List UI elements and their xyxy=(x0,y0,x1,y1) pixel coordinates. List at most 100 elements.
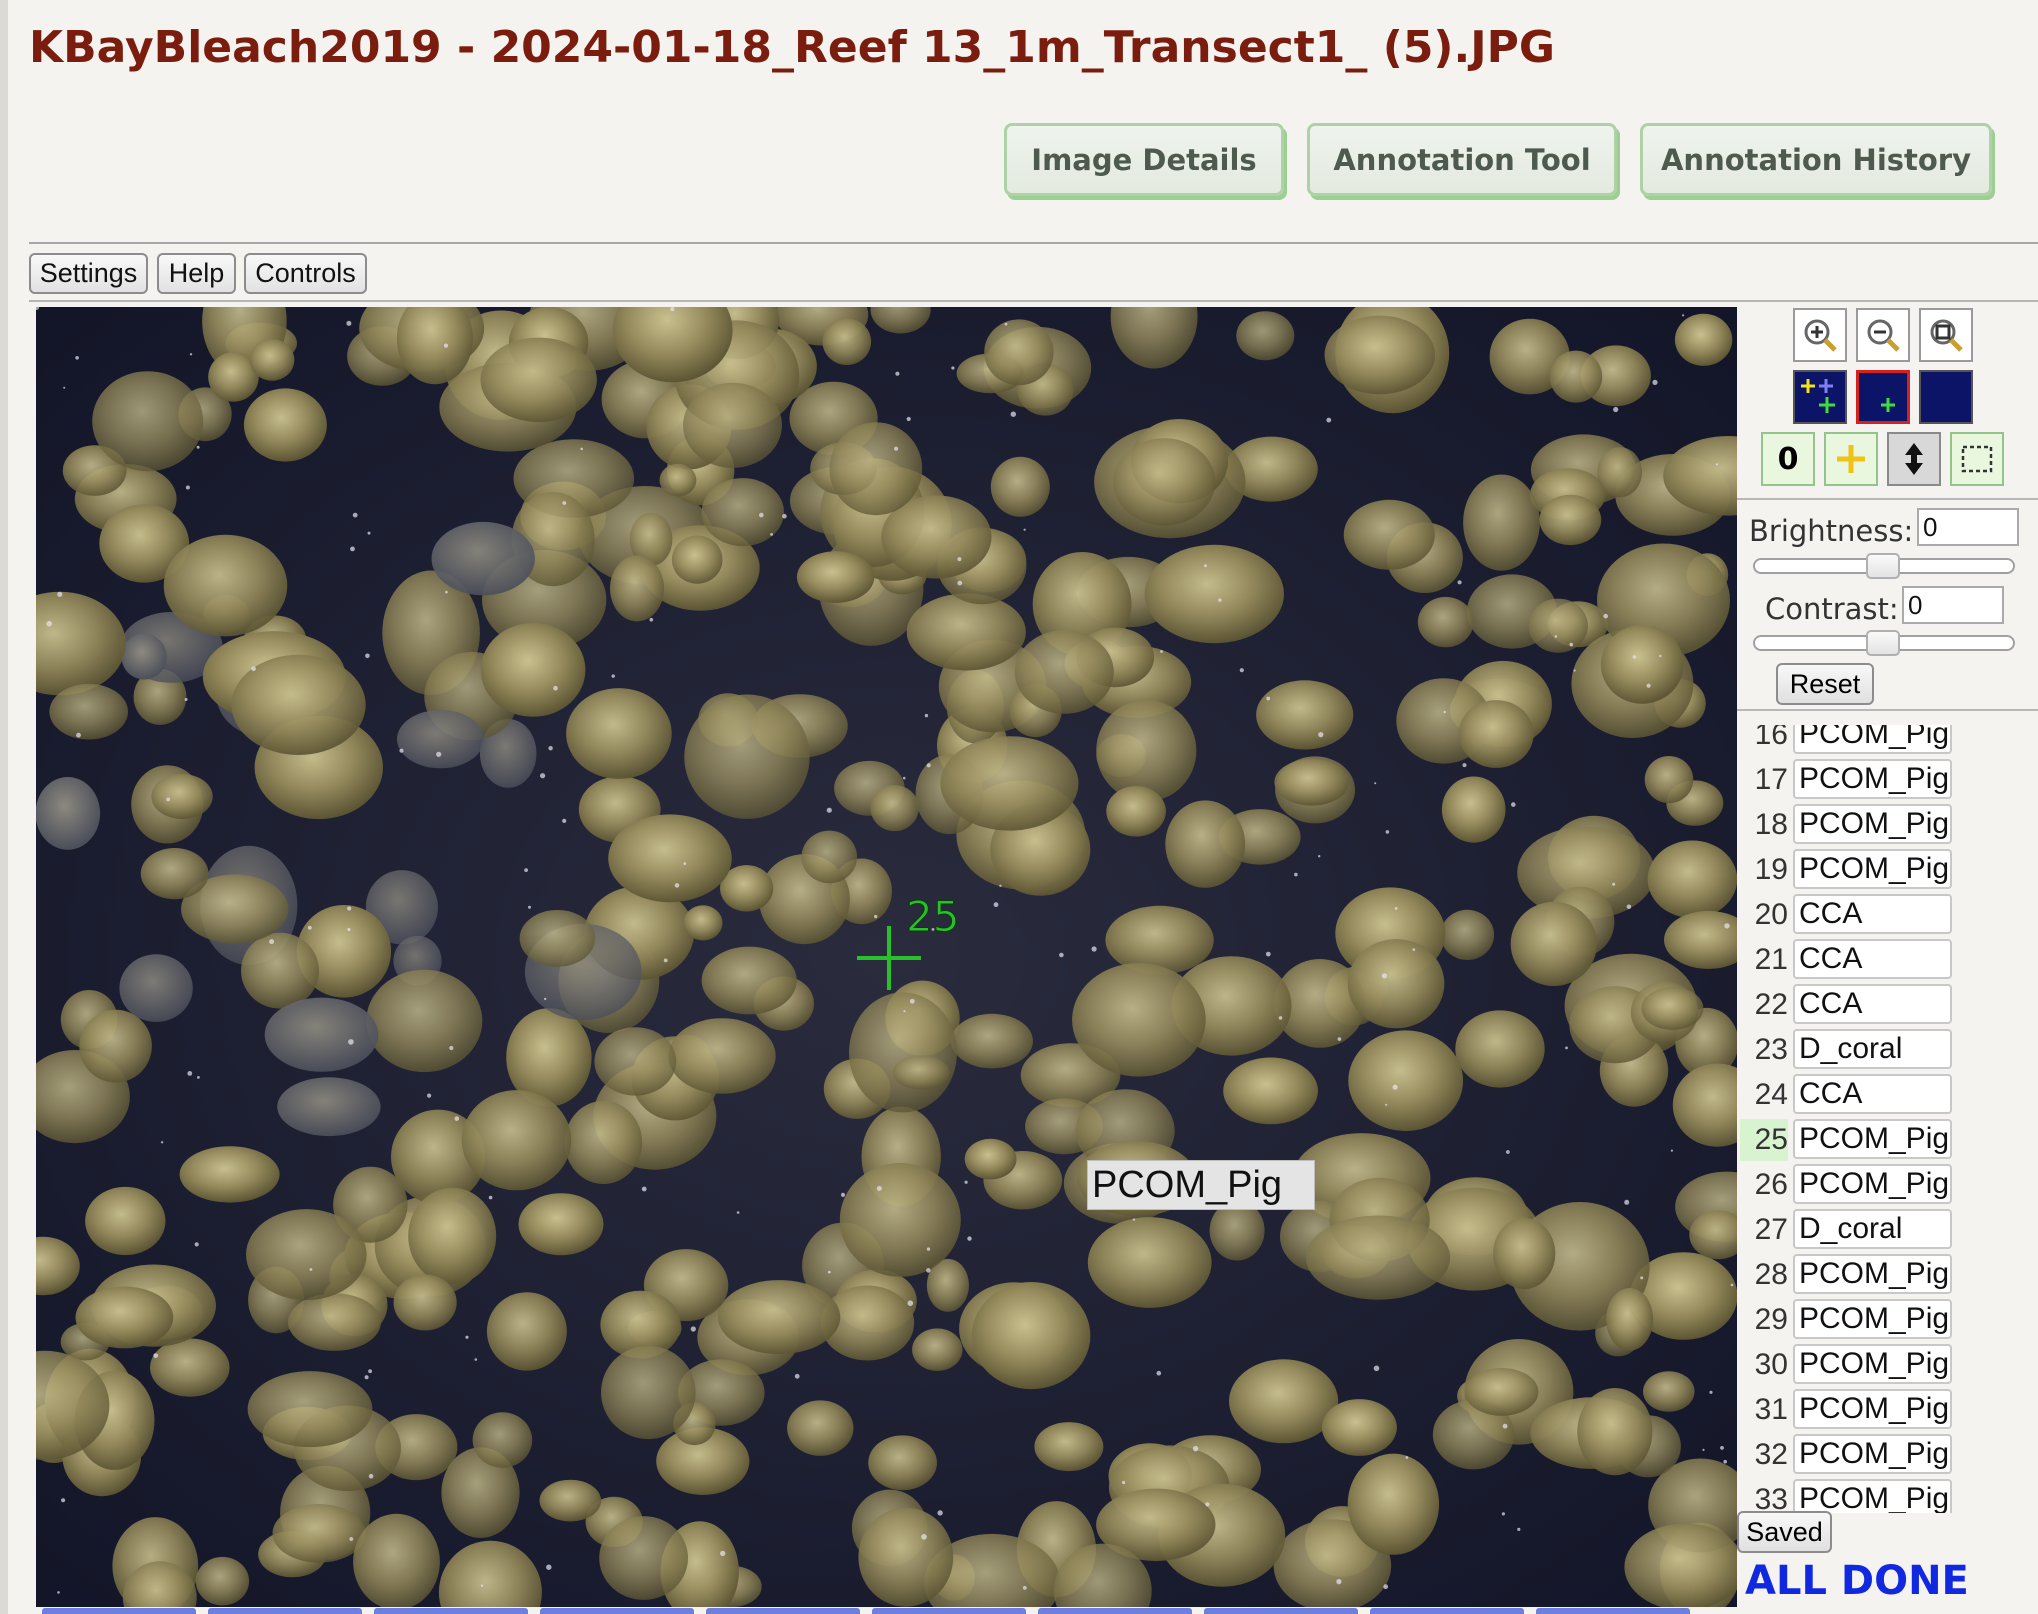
annotation-label-field[interactable]: CCA xyxy=(1793,939,1952,979)
thumbnail-tab[interactable] xyxy=(1038,1608,1192,1614)
speck xyxy=(350,546,355,552)
annotation-row[interactable]: 20 CCA xyxy=(1740,894,1952,936)
thumbnail-tab[interactable] xyxy=(374,1608,528,1614)
coral-lobe xyxy=(671,535,723,584)
speck xyxy=(61,1498,66,1503)
tab-image-details[interactable]: Image Details xyxy=(1004,123,1284,196)
annotation-label-field[interactable]: CCA xyxy=(1793,894,1952,934)
single-point-icon[interactable] xyxy=(1856,370,1910,424)
zoom-out-icon[interactable] xyxy=(1856,308,1910,362)
annotation-row[interactable]: 24 CCA xyxy=(1740,1074,1952,1116)
coral-lobe xyxy=(1229,1359,1339,1444)
reset-button[interactable]: Reset xyxy=(1776,663,1874,705)
saved-button[interactable]: Saved xyxy=(1737,1511,1832,1553)
annotation-label-field[interactable]: CCA xyxy=(1793,984,1952,1024)
coral-lobe xyxy=(272,1504,366,1563)
multi-point-icon[interactable] xyxy=(1793,370,1847,424)
annotation-row[interactable]: 32 PCOM_Pig xyxy=(1740,1434,1952,1476)
speck xyxy=(1715,463,1719,466)
speck xyxy=(999,884,1002,887)
contrast-slider-thumb[interactable] xyxy=(1866,630,1900,656)
settings-button[interactable]: Settings xyxy=(29,253,148,294)
brightness-input[interactable]: 0 xyxy=(1917,508,2019,546)
annotation-label-field[interactable]: PCOM_Pig xyxy=(1793,1164,1952,1204)
tab-annotation-tool[interactable]: Annotation Tool xyxy=(1307,123,1617,196)
reef-image[interactable]: 25 xyxy=(36,307,1737,1607)
annotation-label-field[interactable]: PCOM_Pig xyxy=(1793,1254,1952,1294)
speck xyxy=(1702,1448,1705,1451)
annotation-label-field[interactable]: D_coral xyxy=(1793,1029,1952,1069)
thumbnail-tab[interactable] xyxy=(208,1608,362,1614)
point-number-toggle[interactable]: 0 xyxy=(1761,432,1815,486)
zoom-in-icon[interactable] xyxy=(1793,308,1847,362)
annotation-label-field[interactable]: PCOM_Pig xyxy=(1793,804,1952,844)
speck xyxy=(196,445,200,449)
contrast-slider[interactable] xyxy=(1753,630,2015,656)
annotation-row[interactable]: 25 PCOM_Pig xyxy=(1740,1119,1952,1161)
annotation-row[interactable]: 19 PCOM_Pig xyxy=(1740,849,1952,891)
thumbnail-tab[interactable] xyxy=(706,1608,860,1614)
zoom-fit-icon[interactable] xyxy=(1919,308,1973,362)
annotation-row[interactable]: 30 PCOM_Pig xyxy=(1740,1344,1952,1386)
tab-annotation-history[interactable]: Annotation History xyxy=(1640,123,1992,196)
speck xyxy=(1554,635,1558,638)
thumbnail-tab[interactable] xyxy=(1536,1608,1690,1614)
annotation-label-field[interactable]: PCOM_Pig xyxy=(1793,1389,1952,1429)
annotation-row[interactable]: 29 PCOM_Pig xyxy=(1740,1299,1952,1341)
select-area-icon[interactable] xyxy=(1950,432,2004,486)
speck xyxy=(1294,872,1298,877)
coral-lobe xyxy=(79,1009,152,1083)
annotation-label-field[interactable]: PCOM_Pig xyxy=(1793,1299,1952,1339)
up-down-arrow-icon[interactable] xyxy=(1887,432,1941,486)
speck xyxy=(1646,683,1651,688)
annotation-label-field[interactable]: PCOM_Pig xyxy=(1793,725,1952,754)
annotation-row[interactable]: 21 CCA xyxy=(1740,939,1952,981)
annotation-label-field[interactable]: PCOM_Pig xyxy=(1793,849,1952,889)
help-button[interactable]: Help xyxy=(157,253,236,294)
annotation-label-field[interactable]: D_coral xyxy=(1793,1209,1952,1249)
thumbnail-tab[interactable] xyxy=(872,1608,1026,1614)
speck xyxy=(1405,1456,1409,1459)
annotation-label-field[interactable]: PCOM_Pig xyxy=(1793,1119,1952,1159)
annotation-list[interactable]: 16 PCOM_Pig 17 PCOM_Pig 18 PCOM_Pig 19 PCOM_Pig… xyxy=(1737,725,1967,1513)
speck xyxy=(1023,528,1026,531)
thumbnail-tab[interactable] xyxy=(42,1608,196,1614)
annotation-row[interactable]: 23 D_coral xyxy=(1740,1029,1952,1071)
speck xyxy=(540,773,546,779)
hide-points-icon[interactable] xyxy=(1919,370,1973,424)
annotation-row[interactable]: 27 D_coral xyxy=(1740,1209,1952,1251)
speck xyxy=(349,1537,354,1541)
brightness-slider-thumb[interactable] xyxy=(1866,553,1900,579)
annotation-label-field[interactable]: PCOM_Pig xyxy=(1793,1479,1952,1513)
thumbnail-tab[interactable] xyxy=(1204,1608,1358,1614)
annotation-row[interactable]: 31 PCOM_Pig xyxy=(1740,1389,1952,1431)
annotation-row[interactable]: 18 PCOM_Pig xyxy=(1740,804,1952,846)
coral-lobe xyxy=(601,1345,696,1440)
speck xyxy=(346,320,352,326)
annotation-row[interactable]: 28 PCOM_Pig xyxy=(1740,1254,1952,1296)
annotation-row[interactable]: 26 PCOM_Pig xyxy=(1740,1164,1952,1206)
annotation-row[interactable]: 16 PCOM_Pig xyxy=(1740,725,1952,756)
speck xyxy=(1640,1276,1644,1280)
thumbnail-tab[interactable] xyxy=(1370,1608,1524,1614)
annotation-row[interactable]: 33 PCOM_Pig xyxy=(1740,1479,1952,1513)
annotation-label-field[interactable]: PCOM_Pig xyxy=(1793,1434,1952,1474)
annotation-row[interactable]: 22 CCA xyxy=(1740,984,1952,1026)
coral-lobe xyxy=(49,683,128,740)
brightness-slider[interactable] xyxy=(1753,553,2015,579)
image-viewer[interactable]: 25 PCOM_Pig xyxy=(36,307,1737,1607)
annotation-label-field[interactable]: PCOM_Pig xyxy=(1793,759,1952,799)
coral-lobe xyxy=(195,1556,250,1606)
controls-button[interactable]: Controls xyxy=(244,253,367,294)
annotation-row[interactable]: 17 PCOM_Pig xyxy=(1740,759,1952,801)
speck xyxy=(1626,904,1632,910)
contrast-input[interactable]: 0 xyxy=(1902,586,2004,624)
annotation-label-field[interactable]: CCA xyxy=(1793,1074,1952,1114)
speck xyxy=(826,807,832,813)
thumbnail-tab[interactable] xyxy=(540,1608,694,1614)
crosshair-toggle-icon[interactable] xyxy=(1824,432,1878,486)
coral-lobe xyxy=(822,318,872,365)
annotation-label-field[interactable]: PCOM_Pig xyxy=(1793,1344,1952,1384)
speck xyxy=(1457,580,1462,585)
speck xyxy=(1205,1502,1210,1507)
